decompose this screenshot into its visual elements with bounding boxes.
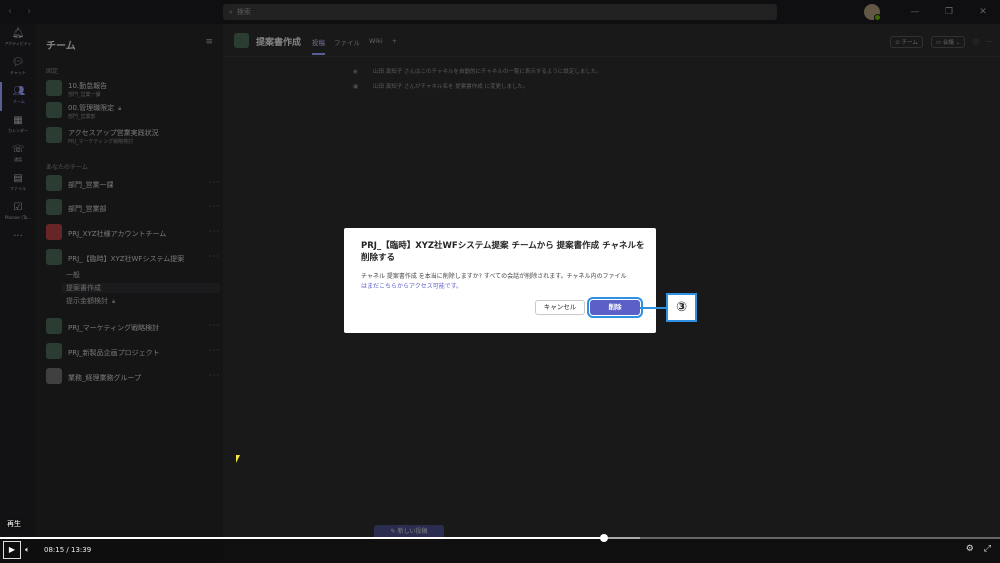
play-button[interactable]: ▶ [3,541,21,559]
fullscreen-icon[interactable]: ⤢ [984,544,991,554]
dialog-title: PRJ_【臨時】XYZ社WFシステム提案 チームから 提案書作成 チャネルを削除… [361,241,645,263]
settings-icon[interactable]: ⚙ [966,544,974,554]
progress-buffer [604,537,640,539]
callout-connector [640,307,666,309]
play-tooltip: 再生 [3,517,25,531]
files-link[interactable]: はまだこちらからアクセス可能です。 [361,283,462,290]
time-display: 08:15 / 13:39 [44,546,92,554]
cancel-button[interactable]: キャンセル [535,300,585,315]
progress-fill [0,537,604,539]
step-callout: ③ [666,293,697,322]
progress-handle[interactable] [600,534,608,542]
dialog-body: チャネル 提案書作成 を本当に削除しますか? すべての会話が削除されます。チャネ… [361,273,627,290]
mouse-cursor [236,455,243,463]
video-player-bar [0,537,1000,563]
delete-channel-dialog: PRJ_【臨時】XYZ社WFシステム提案 チームから 提案書作成 チャネルを削除… [344,228,656,333]
delete-button[interactable]: 削除 [587,297,643,318]
volume-icon[interactable]: 🔈︎ [25,545,30,555]
progress-bar[interactable] [0,534,1000,542]
